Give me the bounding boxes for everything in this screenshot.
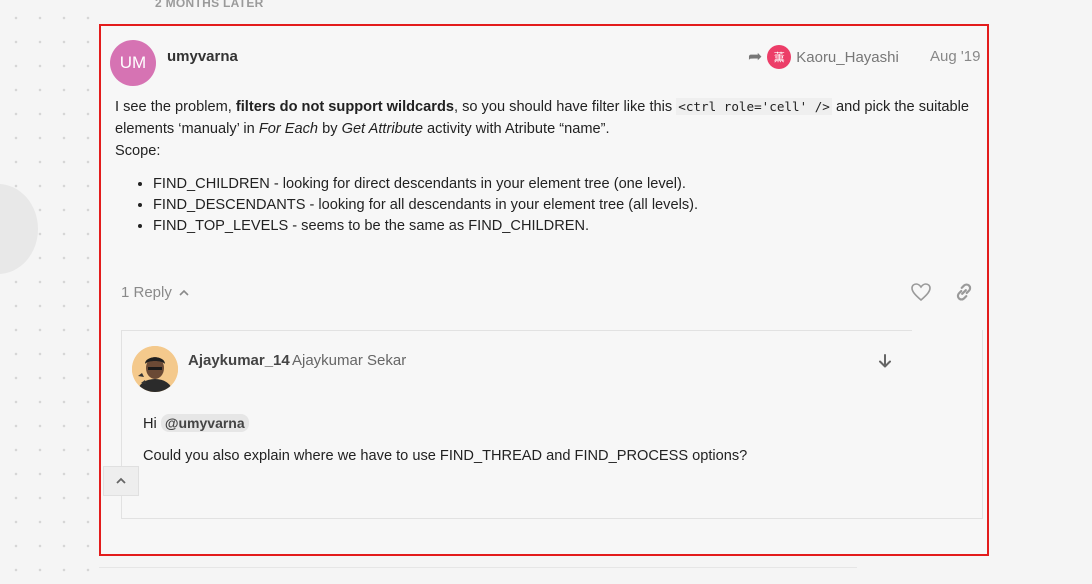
list-item: FIND_TOP_LEVELS - seems to be the same a… [153, 216, 975, 237]
inline-code: <ctrl role='cell' /> [676, 98, 832, 115]
user-mention[interactable]: @umyvarna [160, 414, 249, 432]
show-replies-button[interactable]: 1 Reply [121, 284, 190, 301]
replies-label: 1 Reply [121, 284, 172, 301]
reply-divider [122, 330, 912, 331]
reply-to-username: Kaoru_Hayashi [796, 48, 899, 66]
italic-text: For Each [258, 121, 319, 137]
post-username[interactable]: umyvarna [167, 48, 238, 65]
reply-fullname: Ajaykumar Sekar [292, 352, 407, 369]
reply-to-avatar: 薫 [767, 45, 792, 69]
reply-body: Hi @umyvarna Could you also explain wher… [143, 414, 747, 464]
reply-text: Could you also explain where we have to … [143, 448, 748, 464]
chevron-up-icon [179, 289, 189, 296]
scroll-to-top-button[interactable] [103, 466, 139, 496]
chevron-up-icon [116, 477, 126, 484]
reply-avatar[interactable] [132, 346, 178, 392]
reply-arrow-icon: ➦ [748, 47, 763, 66]
user-avatar[interactable]: UM [110, 40, 156, 86]
scope-label: Scope: [115, 143, 161, 159]
post: UM umyvarna ➦ 薫 Kaoru_Hayashi Aug '19 I … [99, 24, 989, 556]
reply-username[interactable]: Ajaykumar_14 [188, 352, 290, 369]
reply-greeting: Hi @umyvarna [143, 414, 747, 432]
italic-text: Get Attribute [341, 121, 423, 137]
arrow-down-icon[interactable] [876, 352, 894, 370]
bold-text: filters do not support wildcards [235, 99, 454, 115]
background-dots [0, 0, 100, 584]
post-paragraph: I see the problem, filters do not suppor… [115, 98, 970, 137]
person-avatar-icon [132, 346, 178, 392]
list-item: FIND_CHILDREN - looking for direct desce… [153, 174, 975, 195]
list-item: FIND_DESCENDANTS - looking for all desce… [153, 195, 975, 216]
reply-to-indicator[interactable]: ➦ 薫 Kaoru_Hayashi [748, 45, 899, 69]
heart-icon[interactable] [909, 280, 933, 304]
embedded-reply: Ajaykumar_14 Ajaykumar Sekar Hi @umyvarn… [121, 330, 983, 519]
post-date[interactable]: Aug '19 [930, 48, 980, 65]
scope-list: FIND_CHILDREN - looking for direct desce… [115, 174, 975, 237]
post-body: I see the problem, filters do not suppor… [115, 96, 975, 237]
divider [99, 567, 857, 568]
link-icon[interactable] [953, 281, 975, 303]
time-gap-label: 2 MONTHS LATER [155, 0, 264, 10]
